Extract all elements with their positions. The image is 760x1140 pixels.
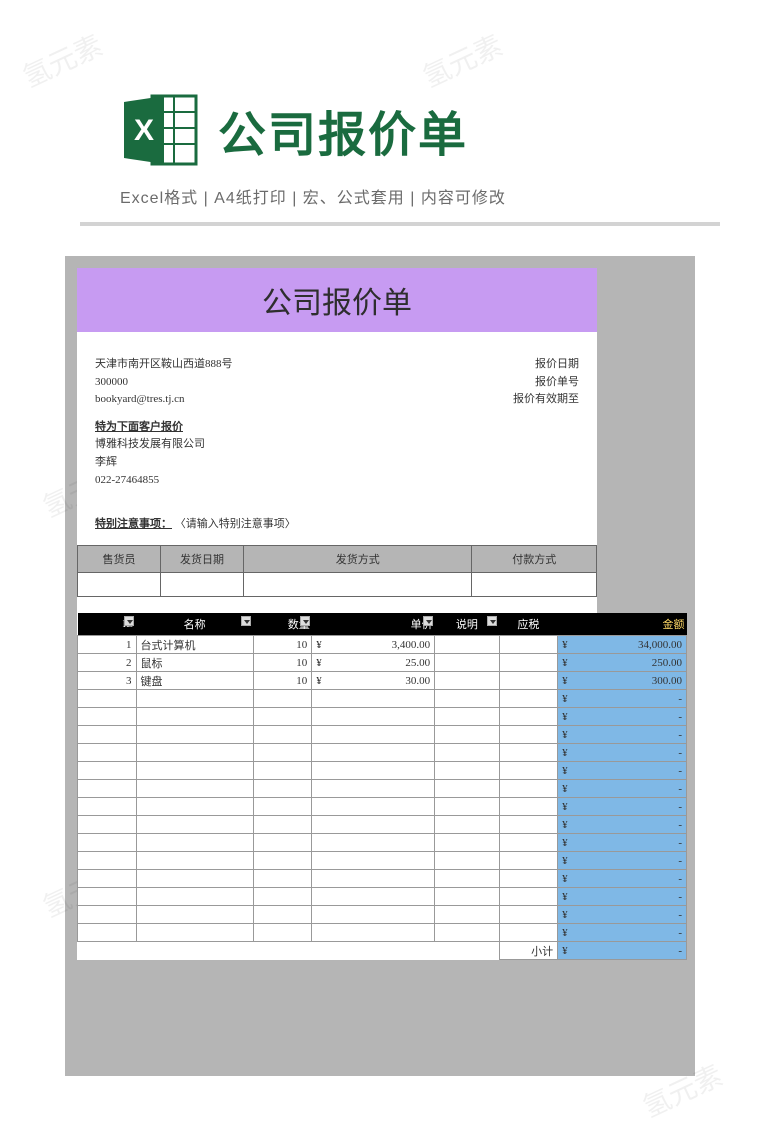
- th-ship-method: 发货方式: [244, 546, 472, 573]
- th-ship-date: 发货日期: [161, 546, 244, 573]
- company-address: 天津市南开区鞍山西道888号: [95, 356, 233, 374]
- table-row: 2鼠标10¥25.00¥250.00: [78, 654, 687, 672]
- table-row: ¥-: [78, 906, 687, 924]
- page-subtitle: Excel格式 | A4纸打印 | 宏、公式套用 | 内容可修改: [120, 184, 760, 208]
- table-row: ¥-: [78, 924, 687, 942]
- label-quote-no: 报价单号: [513, 374, 579, 392]
- th-qty[interactable]: 数量: [253, 613, 312, 636]
- table-row: ¥-: [78, 798, 687, 816]
- th-id[interactable]: ID: [78, 613, 137, 636]
- items-table: ID 名称 数量 单价 说明 应税 金额 1台式计算机10¥3,400.00¥3…: [77, 613, 687, 960]
- table-row: ¥-: [78, 780, 687, 798]
- th-desc[interactable]: 说明: [435, 613, 499, 636]
- svg-text:X: X: [134, 114, 154, 147]
- table-row: ¥-: [78, 852, 687, 870]
- shipping-table: 售货员 发货日期 发货方式 付款方式: [77, 545, 597, 597]
- label-quote-date: 报价日期: [513, 356, 579, 374]
- spreadsheet-preview: 公司报价单 天津市南开区鞍山西道888号 300000 bookyard@tre…: [65, 256, 695, 1076]
- table-row: 3键盘10¥30.00¥300.00: [78, 672, 687, 690]
- th-tax[interactable]: 应税: [499, 613, 558, 636]
- company-postcode: 300000: [95, 374, 233, 392]
- subtotal-row: 小计¥-: [78, 942, 687, 960]
- company-email: bookyard@tres.tj.cn: [95, 391, 233, 409]
- notes-placeholder: 〈请输入特别注意事项〉: [175, 518, 296, 530]
- filter-icon[interactable]: [423, 616, 433, 626]
- notes-label: 特别注意事项：: [95, 518, 172, 530]
- filter-icon[interactable]: [241, 616, 251, 626]
- table-row: ¥-: [78, 690, 687, 708]
- th-amount[interactable]: 金额: [558, 613, 687, 636]
- divider: [80, 222, 720, 226]
- filter-icon[interactable]: [300, 616, 310, 626]
- client-heading: 特为下面客户报价: [95, 419, 579, 437]
- th-pay-method: 付款方式: [472, 546, 597, 573]
- table-row: ¥-: [78, 744, 687, 762]
- client-name: 博雅科技发展有限公司: [95, 436, 579, 454]
- table-row: ¥-: [78, 762, 687, 780]
- page-title: 公司报价单: [218, 95, 468, 165]
- table-row: ¥-: [78, 726, 687, 744]
- table-row: ¥-: [78, 816, 687, 834]
- filter-icon[interactable]: [487, 616, 497, 626]
- shipping-row: [78, 573, 597, 597]
- th-price[interactable]: 单价: [312, 613, 435, 636]
- client-contact: 李辉: [95, 454, 579, 472]
- table-row: ¥-: [78, 708, 687, 726]
- table-row: ¥-: [78, 834, 687, 852]
- excel-icon: X: [120, 90, 200, 170]
- template-header: X 公司报价单 Excel格式 | A4纸打印 | 宏、公式套用 | 内容可修改: [0, 0, 760, 226]
- filter-icon[interactable]: [124, 616, 134, 626]
- th-sales: 售货员: [78, 546, 161, 573]
- table-row: ¥-: [78, 888, 687, 906]
- label-quote-valid: 报价有效期至: [513, 391, 579, 409]
- table-row: ¥-: [78, 870, 687, 888]
- table-row: 1台式计算机10¥3,400.00¥34,000.00: [78, 636, 687, 654]
- th-name[interactable]: 名称: [136, 613, 253, 636]
- client-phone: 022-27464855: [95, 472, 579, 490]
- sheet-title: 公司报价单: [77, 268, 597, 332]
